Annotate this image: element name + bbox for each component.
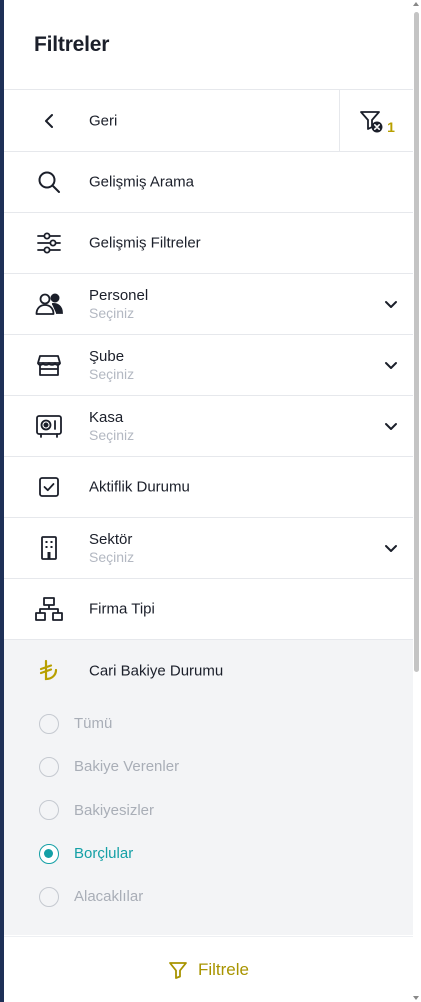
clear-filters-button[interactable]: 1 (340, 90, 413, 152)
menu-item-placeholder: Seçiniz (89, 427, 135, 443)
radio-option-bakiyesizler[interactable]: Bakiyesizler (4, 789, 413, 832)
chevron-down-icon (385, 362, 397, 369)
store-icon (34, 350, 64, 380)
menu-item-personel[interactable]: Personel Seçiniz (4, 274, 413, 335)
menu-item-advanced-search[interactable]: Gelişmiş Arama (4, 152, 413, 213)
page-title: Filtreler (34, 32, 110, 56)
panel-footer: Filtrele (4, 936, 413, 1002)
apply-filter-button[interactable]: Filtrele (168, 960, 249, 980)
chevron-down-icon (385, 423, 397, 430)
radio-button[interactable] (39, 800, 59, 821)
radio-button[interactable] (39, 713, 59, 734)
scrollbar[interactable] (413, 0, 421, 1002)
menu-item-aktiflik-durumu[interactable]: Aktiflik Durumu (4, 457, 413, 518)
chevron-down-icon (385, 301, 397, 308)
menu-item-label: Gelişmiş Arama (89, 173, 195, 191)
radio-button-selected[interactable] (39, 843, 59, 864)
menu-item-label: Personel (89, 287, 149, 304)
radio-label: Bakiye Verenler (74, 758, 180, 776)
menu-item-kasa[interactable]: Kasa Seçiniz (4, 396, 413, 457)
users-icon (34, 289, 64, 319)
menu-item-firma-tipi[interactable]: Firma Tipi (4, 579, 413, 640)
menu-item-sektor[interactable]: Sektör Seçiniz (4, 518, 413, 579)
scrollbar-thumb[interactable] (414, 12, 419, 672)
search-icon (34, 167, 64, 197)
apply-filter-label: Filtrele (197, 959, 249, 979)
filter-icon (169, 961, 187, 979)
menu-item-placeholder: Seçiniz (89, 305, 135, 321)
building-icon (34, 533, 64, 563)
checkbox-icon (34, 472, 64, 502)
back-row[interactable]: Geri 1 (4, 90, 413, 152)
scroll-down-arrow-icon[interactable] (413, 996, 419, 1000)
menu-item-label: Kasa (89, 409, 124, 426)
network-icon (34, 594, 64, 624)
menu-item-advanced-filters[interactable]: Gelişmiş Filtreler (4, 213, 413, 274)
back-label: Geri (89, 112, 118, 129)
filter-clear-icon (360, 111, 383, 133)
menu-item-sube[interactable]: Şube Seçiniz (4, 335, 413, 396)
menu-item-label: Aktiflik Durumu (89, 478, 190, 496)
menu-item-label: Cari Bakiye Durumu (89, 662, 224, 680)
safe-icon (34, 411, 64, 441)
radio-label: Borçlular (74, 845, 134, 863)
radio-label: Alacaklılar (74, 888, 144, 906)
radio-label: Tümü (74, 715, 113, 733)
menu-item-label: Şube (89, 348, 125, 365)
lira-icon (34, 656, 64, 686)
balance-status-options: Tümü Bakiye Verenler Bakiyesizler Borçlu… (4, 702, 413, 918)
chevron-left-icon (34, 106, 64, 136)
radio-option-bakiye-verenler[interactable]: Bakiye Verenler (4, 745, 413, 788)
panel-header: Filtreler (4, 0, 413, 90)
radio-button[interactable] (39, 886, 59, 907)
cari-bakiye-section: Cari Bakiye Durumu Tümü Bakiye Verenler … (4, 640, 413, 935)
menu-item-label: Gelişmiş Filtreler (89, 234, 201, 252)
scroll-up-arrow-icon[interactable] (413, 2, 419, 6)
chevron-down-icon (385, 545, 397, 552)
radio-button[interactable] (39, 756, 59, 777)
radio-option-alacaklilar[interactable]: Alacaklılar (4, 875, 413, 918)
filter-panel: Filtreler Geri 1 Gelişmiş Arama Gelişmiş… (4, 0, 413, 1002)
menu-item-placeholder: Seçiniz (89, 549, 135, 565)
menu-item-label: Firma Tipi (89, 600, 155, 618)
active-filter-count: 1 (387, 119, 395, 135)
menu-item-label: Sektör (89, 531, 133, 548)
menu-item-placeholder: Seçiniz (89, 366, 135, 382)
radio-option-tumu[interactable]: Tümü (4, 702, 413, 745)
sliders-icon (34, 228, 64, 258)
radio-option-borclular[interactable]: Borçlular (4, 832, 413, 875)
radio-label: Bakiyesizler (74, 801, 155, 819)
menu-item-cari-bakiye-durumu[interactable]: Cari Bakiye Durumu (4, 640, 413, 702)
